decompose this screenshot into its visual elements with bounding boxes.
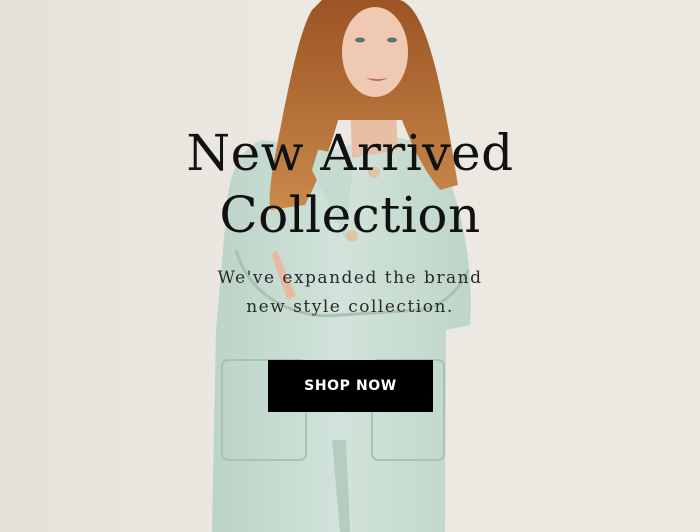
shop-now-button[interactable]: SHOP NOW <box>268 360 433 412</box>
headline-line-2: Collection <box>219 186 481 244</box>
hero-headline: New Arrived Collection <box>0 122 700 246</box>
headline-line-1: New Arrived <box>186 124 514 182</box>
subtitle-line-2: new style collection. <box>246 297 454 317</box>
hero-banner: New Arrived Collection We've expanded th… <box>0 0 700 532</box>
hero-content: New Arrived Collection We've expanded th… <box>0 0 700 532</box>
hero-subtitle: We've expanded the brand new style colle… <box>0 264 700 322</box>
subtitle-line-1: We've expanded the brand <box>217 268 483 288</box>
